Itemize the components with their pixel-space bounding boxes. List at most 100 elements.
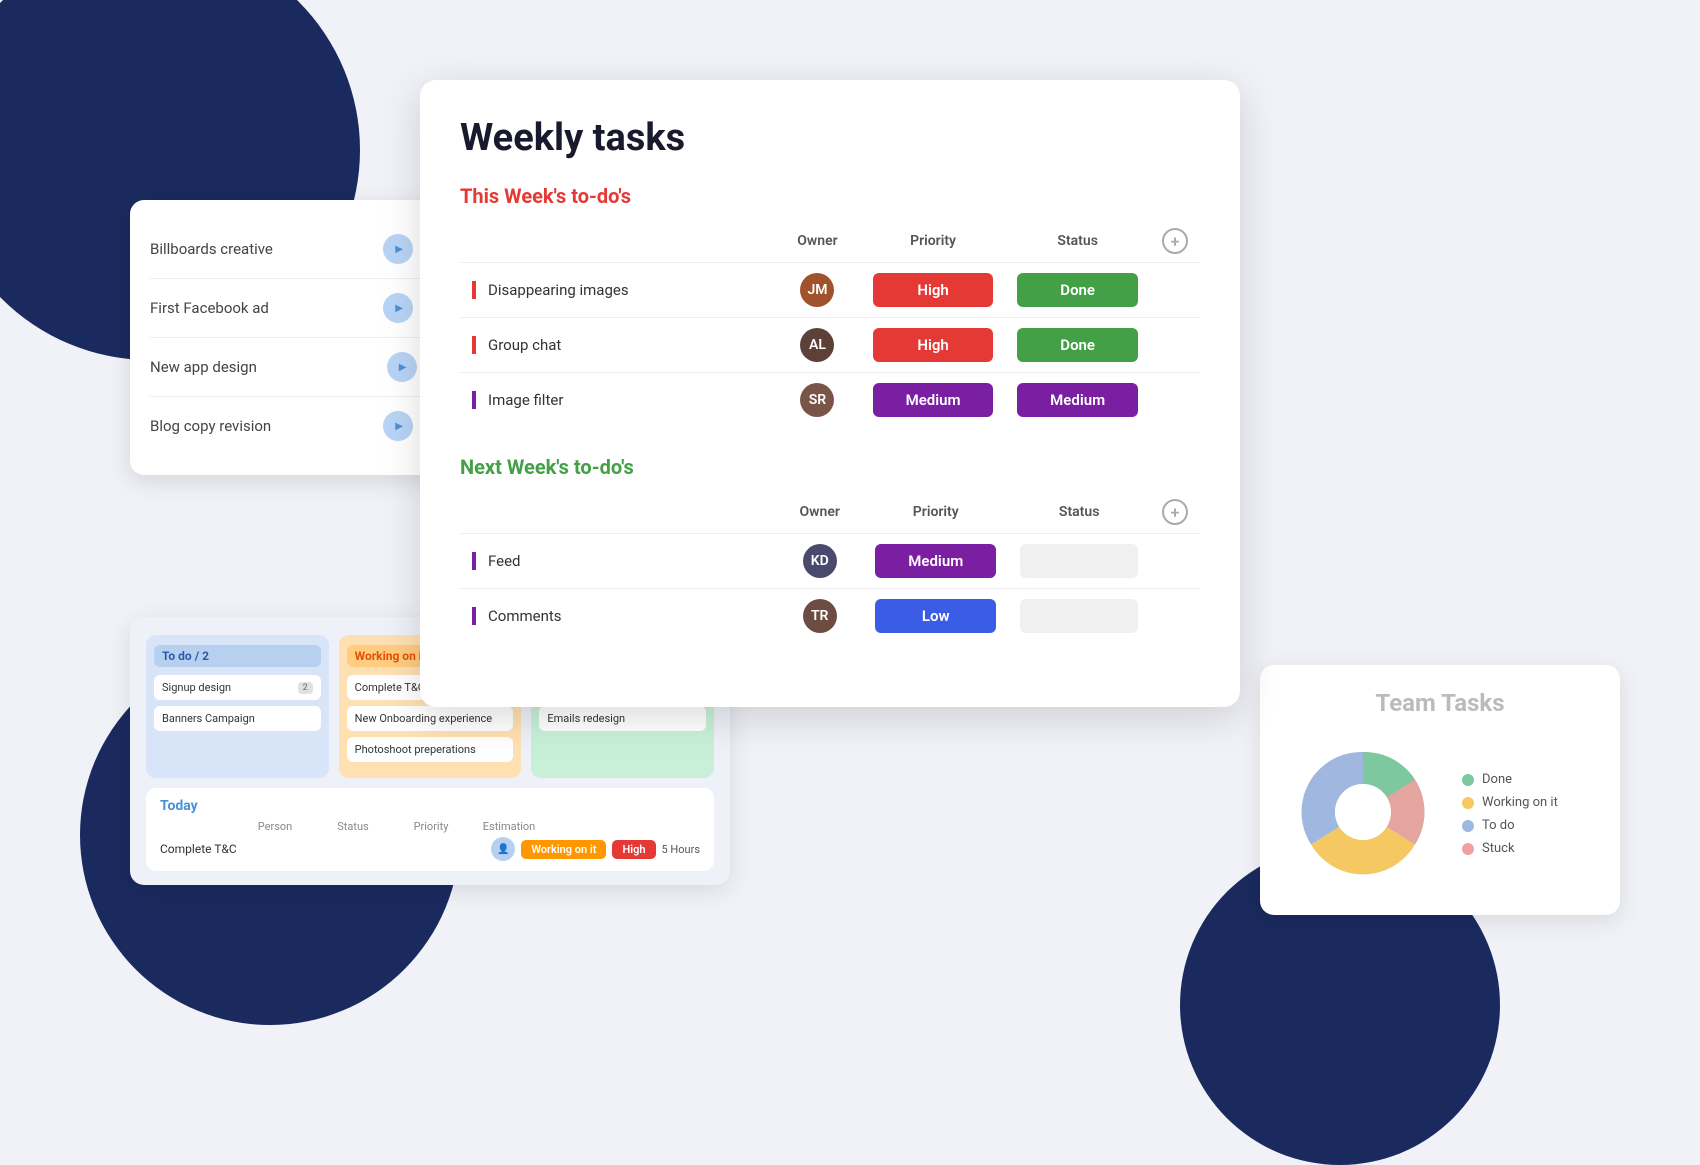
next-week-row-0: Feed KD Medium	[460, 534, 1200, 589]
add-this-week-button[interactable]: +	[1162, 228, 1188, 254]
empty-status-0	[1020, 544, 1138, 578]
task-status-2: Medium	[1005, 373, 1150, 428]
task-status-1: Done	[1005, 318, 1150, 373]
task-name-1: Group chat	[460, 318, 774, 373]
col-task	[460, 220, 774, 263]
task-priority-2: Medium	[861, 373, 1006, 428]
col-add: +	[1150, 220, 1200, 263]
task-owner-1: AL	[774, 318, 861, 373]
today-label: Today	[160, 798, 700, 814]
team-tasks-title: Team Tasks	[1288, 689, 1592, 717]
today-headers: Person Status Priority Estimation	[160, 820, 700, 833]
time-row-1: First Facebook ad 4h 3	[150, 279, 450, 338]
legend-label-done: Done	[1482, 772, 1512, 787]
time-row-0: Billboards creative 6h 5	[150, 220, 450, 279]
legend-dot-todo	[1462, 820, 1474, 832]
next-week-row-1: Comments TR Low	[460, 589, 1200, 644]
this-week-row-1: Group chat AL High Done	[460, 318, 1200, 373]
kanban-item-label-w2: Photoshoot preperations	[355, 743, 476, 756]
col-status-nw: Status	[1008, 491, 1150, 534]
today-task-row: Complete T&C 👤 Working on it High 5 Hour…	[160, 837, 700, 861]
kanban-item-1: Banners Campaign	[154, 706, 321, 731]
legend-dot-stuck	[1462, 843, 1474, 855]
play-button-1[interactable]	[383, 293, 413, 323]
chart-area: Done Working on it To do Stuck	[1288, 737, 1592, 891]
legend-item-2: To do	[1462, 818, 1558, 833]
today-avatar: 👤	[491, 837, 515, 861]
task-name-2: Image filter	[460, 373, 774, 428]
nw-task-name-0: Feed	[460, 534, 776, 589]
chart-legend: Done Working on it To do Stuck	[1462, 772, 1558, 856]
today-col-estimation: Estimation	[474, 820, 544, 833]
next-week-table: Owner Priority Status + Feed KD Medium	[460, 491, 1200, 643]
play-button-3[interactable]	[383, 411, 413, 441]
legend-dot-working	[1462, 797, 1474, 809]
col-owner-nw: Owner	[776, 491, 863, 534]
kanban-item-w1: New Onboarding experience	[347, 706, 514, 731]
time-row-2: New app design 12h	[150, 338, 450, 397]
play-button-2[interactable]	[387, 352, 417, 382]
nw-task-owner-1: TR	[776, 589, 863, 644]
col-priority: Priority	[861, 220, 1006, 263]
today-priority-badge: High	[612, 840, 655, 859]
nw-task-status-0	[1008, 534, 1150, 589]
time-row-3: Blog copy revision 3h 0	[150, 397, 450, 455]
kanban-item-d1: Emails redesign	[539, 706, 706, 731]
legend-dot-done	[1462, 774, 1474, 786]
empty-status-1	[1020, 599, 1138, 633]
task-status-0: Done	[1005, 263, 1150, 318]
nw-task-status-1	[1008, 589, 1150, 644]
today-col-priority: Priority	[396, 820, 466, 833]
task-priority-1: High	[861, 318, 1006, 373]
this-week-table: Owner Priority Status + Disappearing ima…	[460, 220, 1200, 427]
kanban-item-label-1: Banners Campaign	[162, 712, 255, 725]
pie-chart-svg	[1288, 737, 1438, 887]
legend-label-todo: To do	[1482, 818, 1515, 833]
time-label-3: Blog copy revision	[150, 417, 383, 435]
task-owner-0: JM	[774, 263, 861, 318]
kanban-item-badge-0: 2	[298, 682, 313, 694]
legend-item-0: Done	[1462, 772, 1558, 787]
time-label-1: First Facebook ad	[150, 299, 383, 317]
col-add-nw: +	[1150, 491, 1200, 534]
this-week-section-title: This Week's to-do's	[460, 184, 1200, 208]
today-task-cols: 👤 Working on it High 5 Hours	[491, 837, 700, 861]
avatar-0: JM	[800, 273, 834, 307]
nw-task-name-1: Comments	[460, 589, 776, 644]
col-task-nw	[460, 491, 776, 534]
nw-task-priority-0: Medium	[863, 534, 1008, 589]
kanban-item-w2: Photoshoot preperations	[347, 737, 514, 762]
today-col-status: Status	[318, 820, 388, 833]
legend-item-3: Stuck	[1462, 841, 1558, 856]
add-next-week-button[interactable]: +	[1162, 499, 1188, 525]
kanban-col-todo-header: To do / 2	[154, 645, 321, 667]
kanban-item-label-0: Signup design	[162, 681, 231, 694]
today-task-label: Complete T&C	[160, 842, 483, 856]
team-tasks-card: Team Tasks Done	[1260, 665, 1620, 915]
pie-chart	[1288, 737, 1438, 891]
legend-item-1: Working on it	[1462, 795, 1558, 810]
play-button-0[interactable]	[383, 234, 413, 264]
avatar-1: AL	[800, 328, 834, 362]
avatar-2: SR	[800, 383, 834, 417]
col-owner: Owner	[774, 220, 861, 263]
kanban-item-label-d1: Emails redesign	[547, 712, 625, 725]
time-label-0: Billboards creative	[150, 240, 383, 258]
today-hours: 5 Hours	[662, 843, 701, 856]
kanban-item-0: Signup design 2	[154, 675, 321, 700]
legend-label-working: Working on it	[1482, 795, 1558, 810]
weekly-tasks-card: Weekly tasks This Week's to-do's Owner P…	[420, 80, 1240, 707]
time-tracking-card: Billboards creative 6h 5 First Facebook …	[130, 200, 470, 475]
col-status: Status	[1005, 220, 1150, 263]
today-col-person: Person	[240, 820, 310, 833]
avatar-nw-0: KD	[803, 544, 837, 578]
task-priority-0: High	[861, 263, 1006, 318]
nw-task-owner-0: KD	[776, 534, 863, 589]
next-week-section-title: Next Week's to-do's	[460, 455, 1200, 479]
kanban-item-label-w0: Complete T&C	[355, 681, 425, 694]
today-section: Today Person Status Priority Estimation …	[146, 788, 714, 871]
this-week-row-2: Image filter SR Medium Medium	[460, 373, 1200, 428]
weekly-tasks-title: Weekly tasks	[460, 116, 1200, 160]
nw-task-priority-1: Low	[863, 589, 1008, 644]
task-owner-2: SR	[774, 373, 861, 428]
